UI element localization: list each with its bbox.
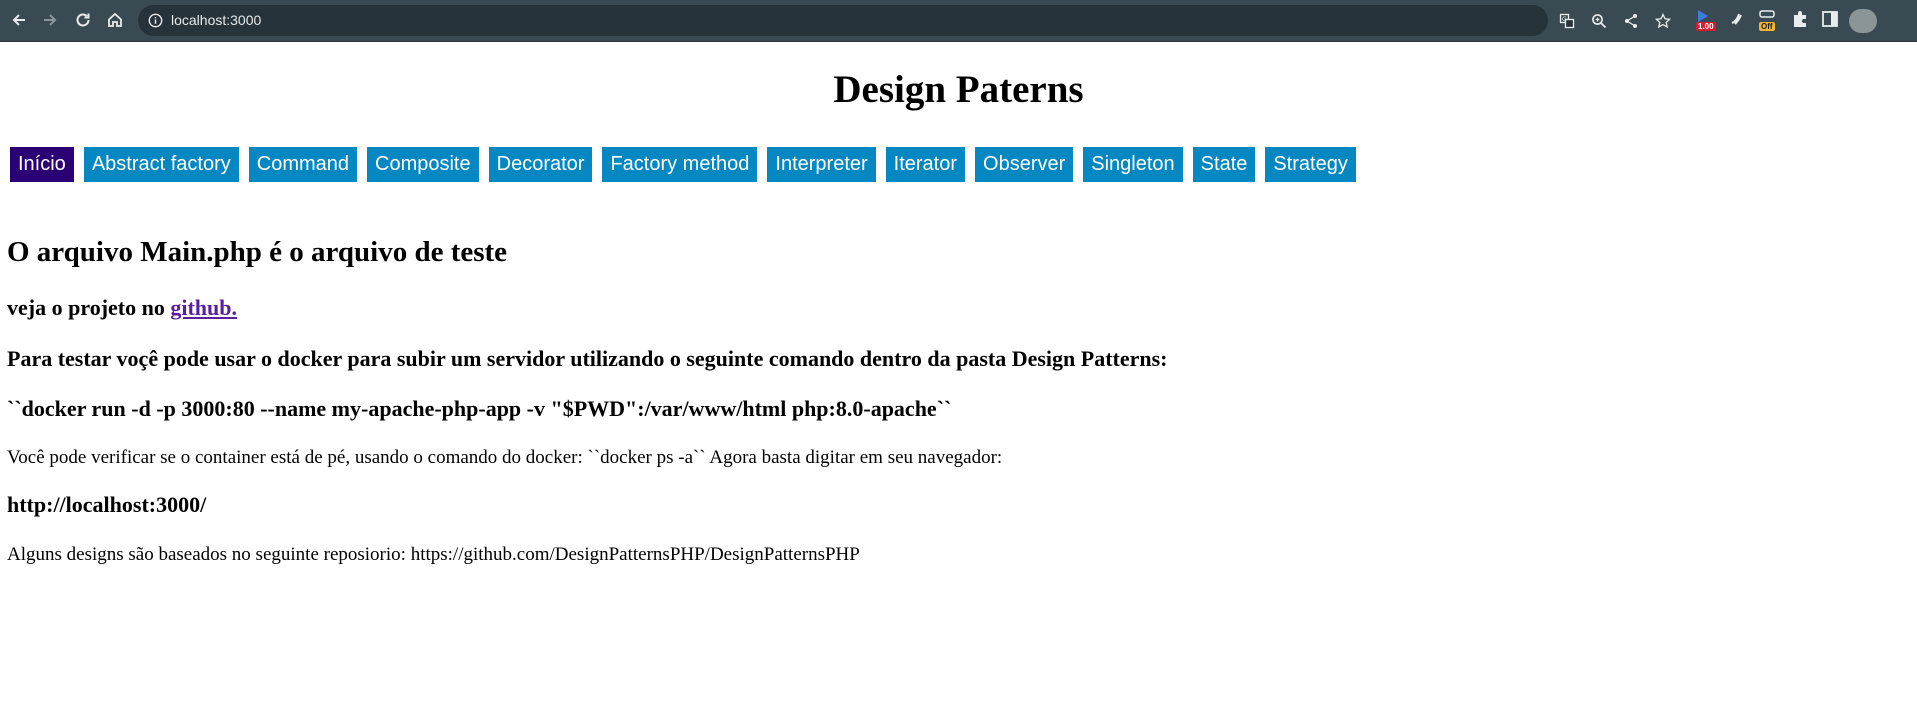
reload-icon	[76, 13, 90, 27]
reload-button[interactable]	[72, 9, 94, 31]
docker-command: ``docker run -d -p 3000:80 --name my-apa…	[7, 396, 952, 421]
page-title: Design Paterns	[833, 68, 1084, 111]
menu-item-iterator[interactable]: Iterator	[885, 147, 966, 182]
extension-button[interactable]	[1727, 9, 1747, 31]
zoom-icon[interactable]	[1591, 13, 1607, 29]
arrow-right-icon	[44, 14, 57, 26]
svg-text:G: G	[1562, 16, 1567, 23]
test-instruction: Para testar voçê pode usar o docker para…	[7, 346, 1168, 371]
info-icon[interactable]	[148, 13, 163, 28]
lamp-icon	[1759, 10, 1775, 18]
share-icon[interactable]	[1623, 13, 1639, 29]
extensions-button[interactable]	[1790, 9, 1810, 31]
extension-off-badge: Off	[1759, 22, 1775, 31]
home-button[interactable]	[104, 9, 126, 31]
project-line: veja o projeto no github.	[7, 295, 237, 321]
url-text[interactable]: localhost:3000	[171, 12, 261, 28]
extension-icon	[1731, 13, 1742, 25]
profile-avatar[interactable]	[1849, 9, 1877, 33]
side-panel-button[interactable]	[1820, 9, 1840, 31]
menu-item-inicio[interactable]: Início	[10, 147, 74, 182]
back-button[interactable]	[8, 9, 30, 31]
extension-badge-button[interactable]: 1.00	[1693, 9, 1716, 31]
repo-text: Alguns designs são baseados no seguinte …	[7, 544, 860, 565]
menu-item-abstract-factory[interactable]: Abstract factory	[83, 147, 239, 182]
verify-text: Você pode verificar se o container está …	[7, 447, 1003, 468]
menu-item-singleton[interactable]: Singleton	[1083, 147, 1183, 182]
menu-item-observer[interactable]: Observer	[975, 147, 1074, 182]
menu-item-state[interactable]: State	[1192, 147, 1256, 182]
extension-off-button[interactable]: Off	[1757, 9, 1777, 31]
extension-play-icon	[1698, 10, 1708, 22]
home-icon	[108, 12, 122, 27]
side-panel-icon	[1822, 11, 1838, 27]
forward-button[interactable]	[39, 9, 61, 31]
arrow-left-icon	[12, 14, 25, 26]
bookmark-star-icon[interactable]	[1655, 13, 1671, 29]
translate-icon[interactable]: G	[1559, 13, 1575, 29]
local-url: http://localhost:3000/	[7, 492, 207, 517]
project-prefix: veja o projeto no	[7, 295, 171, 320]
page-content: Design Paterns Início Abstract factory C…	[0, 41, 1917, 722]
menu-item-factory-method[interactable]: Factory method	[602, 147, 758, 182]
extension-badge: 1.00	[1696, 22, 1716, 31]
menu-item-interpreter[interactable]: Interpreter	[767, 147, 876, 182]
menu-item-strategy[interactable]: Strategy	[1265, 147, 1356, 182]
menu-item-composite[interactable]: Composite	[367, 147, 479, 182]
github-link[interactable]: github.	[170, 295, 237, 320]
pattern-menu: Início Abstract factory Command Composit…	[10, 147, 1366, 182]
address-bar[interactable]: localhost:3000 G	[138, 5, 1671, 36]
menu-item-decorator[interactable]: Decorator	[488, 147, 593, 182]
main-heading: O arquivo Main.php é o arquivo de teste	[7, 236, 508, 268]
puzzle-icon	[1794, 11, 1806, 27]
menu-item-command[interactable]: Command	[248, 147, 358, 182]
browser-toolbar: localhost:3000 G 1.00 Off	[0, 0, 1917, 42]
